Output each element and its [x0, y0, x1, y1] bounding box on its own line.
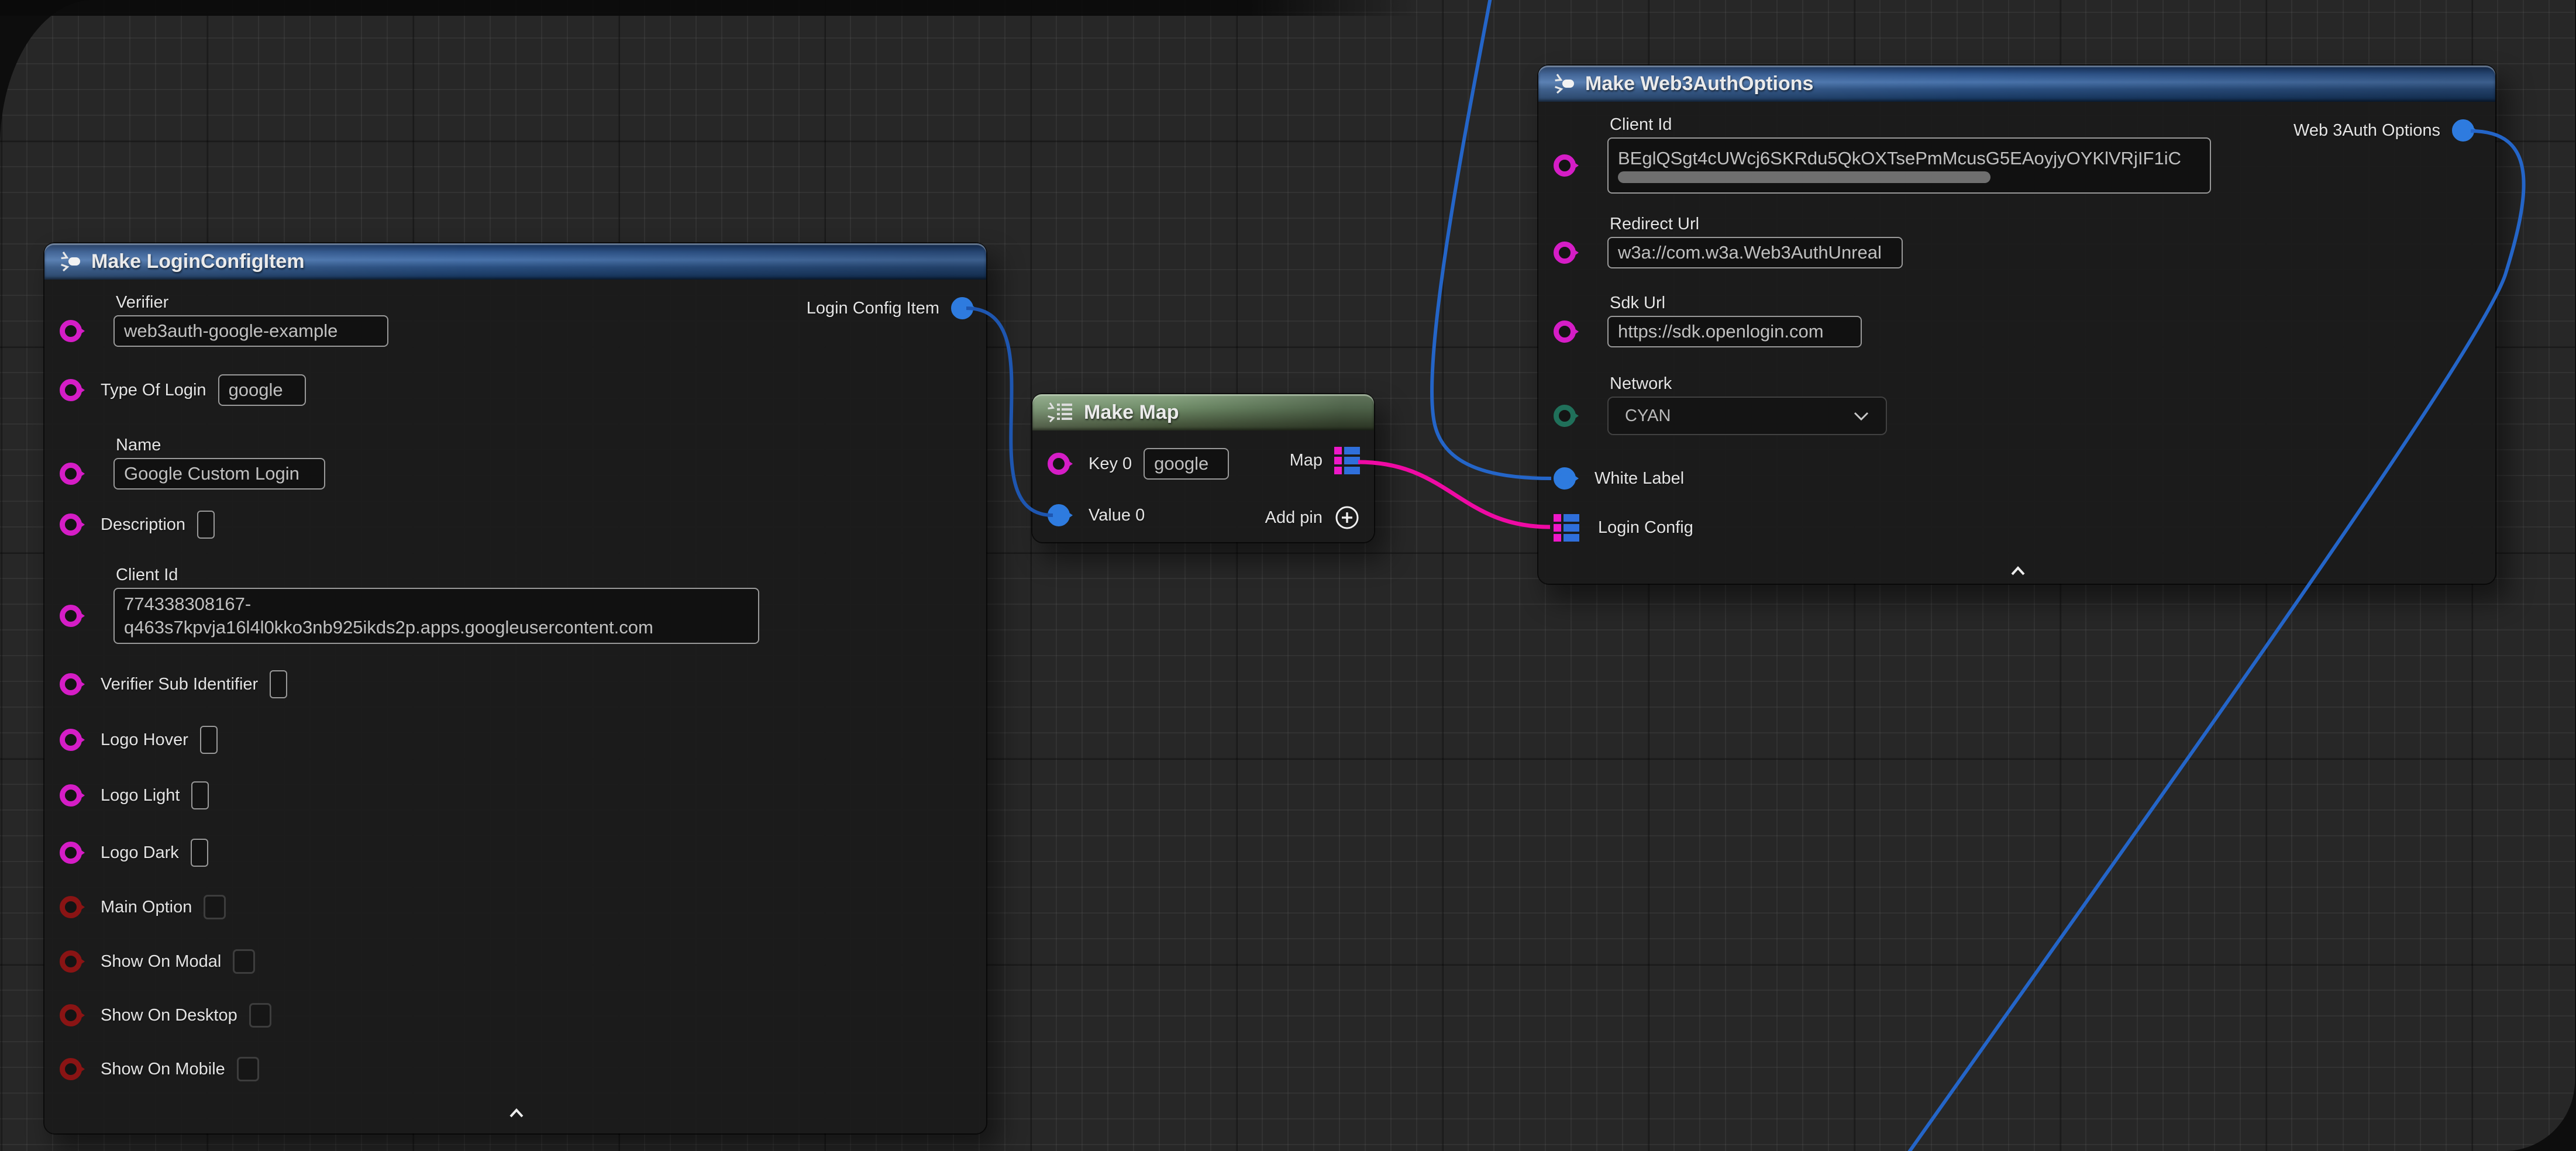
pin-sdk-url[interactable]	[1554, 321, 1576, 343]
pin-label-show-on-mobile: Show On Mobile	[101, 1060, 225, 1079]
pin-network[interactable]	[1554, 405, 1576, 427]
field-client-id-line2: q463s7kpvja16l4l0kko3nb925ikds2p.apps.go…	[124, 617, 653, 638]
field-client-id-text: BEglQSgt4cUWcj6SKRdu5QkOXTsePmMcusG5EAoy…	[1618, 148, 2181, 169]
field-sdk-url[interactable]: https://sdk.openlogin.com	[1607, 316, 1862, 347]
field-client-id[interactable]: BEglQSgt4cUWcj6SKRdu5QkOXTsePmMcusG5EAoy…	[1607, 137, 2211, 194]
node-title: Make Web3AuthOptions	[1585, 73, 1813, 95]
map-pin-icon[interactable]	[1334, 447, 1360, 474]
pin-key-0[interactable]	[1048, 453, 1070, 475]
checkbox-main-option[interactable]	[204, 895, 226, 919]
pin-label-main-option: Main Option	[101, 898, 192, 917]
pin-label-verifier: Verifier	[116, 293, 168, 312]
collapse-button[interactable]	[505, 1107, 528, 1119]
pin-login-config-item-output[interactable]	[951, 297, 973, 319]
network-dropdown-value: CYAN	[1625, 406, 1671, 426]
node-header[interactable]: Make LoginConfigItem	[44, 243, 986, 280]
pin-name[interactable]	[60, 463, 82, 485]
field-logo-dark[interactable]	[191, 839, 208, 867]
node-title: Make LoginConfigItem	[91, 250, 305, 273]
pin-logo-dark[interactable]	[60, 842, 82, 864]
node-make-loginconfigitem: Make LoginConfigItem Verifier web3auth-g…	[44, 243, 986, 1133]
field-client-id-line1: 774338308167-	[124, 594, 251, 615]
pin-label-key-0: Key 0	[1089, 454, 1132, 474]
pin-label-login-config-item: Login Config Item	[807, 299, 939, 318]
field-name[interactable]: Google Custom Login	[113, 458, 325, 490]
pin-label-type-of-login: Type Of Login	[101, 381, 206, 400]
hscroll-thumb[interactable]	[1618, 171, 1990, 183]
pin-label-show-on-desktop: Show On Desktop	[101, 1006, 237, 1025]
pin-show-on-modal[interactable]	[60, 950, 82, 973]
pin-type-of-login[interactable]	[60, 379, 82, 401]
collapse-button[interactable]	[2006, 564, 2030, 577]
pin-label-name: Name	[116, 436, 161, 455]
pin-value-0[interactable]	[1048, 504, 1070, 526]
map-pin-icon[interactable]	[1554, 514, 1579, 542]
pin-description[interactable]	[60, 514, 82, 536]
pin-label-white-label: White Label	[1594, 469, 1684, 488]
field-type-of-login[interactable]: google	[218, 374, 306, 406]
pin-label-show-on-modal: Show On Modal	[101, 952, 221, 971]
pin-logo-light[interactable]	[60, 784, 82, 807]
checkbox-show-on-modal[interactable]	[233, 949, 255, 974]
collapse-chevron-icon	[2006, 564, 2030, 577]
node-title: Make Map	[1084, 401, 1179, 424]
field-verifier[interactable]: web3auth-google-example	[113, 315, 388, 347]
pin-verifier[interactable]	[60, 320, 82, 342]
add-pin-icon	[1334, 505, 1360, 530]
pin-label-verifier-sub-identifier: Verifier Sub Identifier	[101, 675, 258, 694]
pin-verifier-sub-identifier[interactable]	[60, 673, 82, 695]
pin-web3auth-options-output[interactable]	[2452, 119, 2474, 142]
field-logo-light[interactable]	[191, 781, 209, 809]
node-make-map: Make Map Key 0 google Map Value 0 Add pi…	[1032, 394, 1374, 542]
pin-label-network: Network	[1610, 374, 1672, 394]
pin-label-description: Description	[101, 515, 185, 535]
pin-show-on-desktop[interactable]	[60, 1004, 82, 1026]
pin-label-logo-light: Logo Light	[101, 786, 180, 805]
field-client-id[interactable]: 774338308167- q463s7kpvja16l4l0kko3nb925…	[113, 588, 759, 644]
pin-label-logo-dark: Logo Dark	[101, 843, 179, 863]
checkbox-show-on-desktop[interactable]	[249, 1003, 271, 1028]
collapse-chevron-icon	[505, 1107, 528, 1119]
pin-redirect-url[interactable]	[1554, 242, 1576, 264]
add-pin-label: Add pin	[1265, 508, 1323, 528]
pin-label-sdk-url: Sdk Url	[1610, 294, 1665, 313]
field-redirect-url[interactable]: w3a://com.w3a.Web3AuthUnreal	[1607, 237, 1903, 268]
pin-logo-hover[interactable]	[60, 729, 82, 751]
add-pin-button[interactable]: Add pin	[1265, 502, 1360, 533]
field-logo-hover[interactable]	[200, 726, 218, 754]
pin-show-on-mobile[interactable]	[60, 1058, 82, 1080]
network-dropdown[interactable]: CYAN	[1607, 397, 1887, 435]
pin-main-option[interactable]	[60, 896, 82, 918]
pin-label-logo-hover: Logo Hover	[101, 730, 188, 750]
node-make-web3authoptions: Make Web3AuthOptions Web 3Auth Options C…	[1538, 66, 2495, 584]
field-description[interactable]	[197, 511, 215, 539]
pin-label-value-0: Value 0	[1089, 506, 1145, 525]
node-header[interactable]: Make Web3AuthOptions	[1538, 66, 2495, 102]
pin-label-redirect-url: Redirect Url	[1610, 215, 1699, 234]
pin-label-map-output: Map	[1290, 451, 1323, 470]
make-map-icon	[1046, 401, 1075, 423]
pin-label-client-id: Client Id	[1610, 115, 1672, 135]
make-struct-icon	[1552, 73, 1576, 95]
pin-label-client-id: Client Id	[116, 566, 178, 585]
pin-white-label[interactable]	[1554, 467, 1576, 490]
pin-label-web3auth-options-output: Web 3Auth Options	[2293, 121, 2440, 140]
top-edge-shade	[0, 0, 1421, 16]
checkbox-show-on-mobile[interactable]	[237, 1057, 259, 1081]
field-key-0[interactable]: google	[1144, 448, 1229, 480]
node-header[interactable]: Make Map	[1032, 394, 1374, 430]
make-struct-icon	[58, 250, 82, 273]
dropdown-chevron-icon	[1853, 411, 1869, 421]
pin-client-id[interactable]	[60, 605, 82, 627]
field-verifier-sub-identifier[interactable]	[270, 670, 287, 698]
pin-client-id[interactable]	[1554, 154, 1576, 177]
pin-label-login-config: Login Config	[1598, 518, 1693, 537]
